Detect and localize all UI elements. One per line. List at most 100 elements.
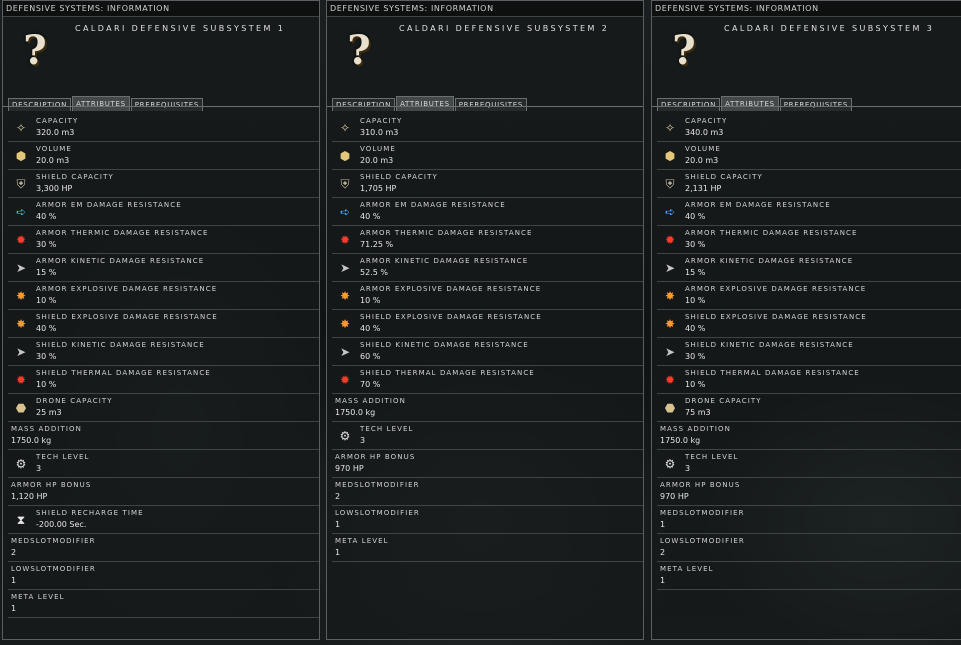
attribute-value: 40 % <box>36 324 57 333</box>
attribute-value: 30 % <box>36 352 57 361</box>
thermal-resistance-icon: ✹ <box>664 233 676 247</box>
hourglass-icon: ⧗ <box>16 513 26 527</box>
kinetic-resistance-icon: ➤ <box>664 345 676 359</box>
tab-bar: DESCRIPTION ATTRIBUTES PREREQUISITES <box>8 92 204 111</box>
explosive-resistance-icon: ✸ <box>15 289 27 303</box>
attribute-row: ARMOR HP BONUS 1,120 HP <box>8 478 319 506</box>
tab-bar: DESCRIPTION ATTRIBUTES PREREQUISITES <box>657 92 853 111</box>
attribute-value: 20.0 m3 <box>360 156 394 165</box>
attribute-label: CAPACITY <box>36 117 79 125</box>
attribute-label: LOWSLOTMODIFIER <box>11 565 96 573</box>
attribute-value: 1750.0 kg <box>660 436 701 445</box>
tab-prerequisites[interactable]: PREREQUISITES <box>130 98 204 111</box>
attribute-row: ➤ ARMOR KINETIC DAMAGE RESISTANCE 52.5 % <box>332 254 643 282</box>
attribute-row: ⚙ TECH LEVEL 3 <box>8 450 319 478</box>
attribute-value: 10 % <box>36 296 57 305</box>
info-window-subsystem-1: DEFENSIVE SYSTEMS: INFORMATION ? CALDARI… <box>2 0 320 640</box>
attribute-row: ✸ SHIELD EXPLOSIVE DAMAGE RESISTANCE 40 % <box>8 310 319 338</box>
attribute-value: 1 <box>660 576 666 585</box>
attribute-label: ARMOR EM DAMAGE RESISTANCE <box>360 201 506 209</box>
attribute-label: CAPACITY <box>360 117 403 125</box>
attribute-row: LOWSLOTMODIFIER 1 <box>8 562 319 590</box>
attribute-row: LOWSLOTMODIFIER 1 <box>332 506 643 534</box>
attribute-row: ✸ ARMOR EXPLOSIVE DAMAGE RESISTANCE 10 % <box>657 282 961 310</box>
attribute-value: 3 <box>36 464 42 473</box>
attribute-value: 30 % <box>685 352 706 361</box>
tab-attributes[interactable]: ATTRIBUTES <box>721 96 779 111</box>
attribute-value: 40 % <box>36 212 57 221</box>
attribute-label: ARMOR EM DAMAGE RESISTANCE <box>685 201 831 209</box>
capacity-icon: ✧ <box>664 121 676 135</box>
attribute-value: 71.25 % <box>360 240 394 249</box>
attribute-value: 1 <box>660 520 666 529</box>
attribute-label: SHIELD EXPLOSIVE DAMAGE RESISTANCE <box>360 313 542 321</box>
em-resistance-icon: ➪ <box>339 205 351 219</box>
attribute-label: ARMOR EM DAMAGE RESISTANCE <box>36 201 182 209</box>
window-title: DEFENSIVE SYSTEMS: INFORMATION <box>652 1 961 17</box>
attribute-row: ➤ ARMOR KINETIC DAMAGE RESISTANCE 15 % <box>657 254 961 282</box>
kinetic-resistance-icon: ➤ <box>15 345 27 359</box>
thermal-resistance-icon: ✹ <box>339 373 351 387</box>
tab-description[interactable]: DESCRIPTION <box>332 98 396 111</box>
attribute-label: ARMOR THERMIC DAMAGE RESISTANCE <box>685 229 858 237</box>
attribute-label: MASS ADDITION <box>11 425 82 433</box>
attribute-row: ⚙ TECH LEVEL 3 <box>657 450 961 478</box>
tab-attributes[interactable]: ATTRIBUTES <box>396 96 454 111</box>
explosive-resistance-icon: ✸ <box>664 317 676 331</box>
attribute-row: ⛨ SHIELD CAPACITY 3,300 HP <box>8 170 319 198</box>
attribute-value: 10 % <box>36 380 57 389</box>
attribute-value: -200.00 Sec. <box>36 520 87 529</box>
attribute-label: VOLUME <box>685 145 721 153</box>
question-mark-icon[interactable]: ? <box>341 31 377 71</box>
attribute-label: ARMOR EXPLOSIVE DAMAGE RESISTANCE <box>685 285 867 293</box>
tech-level-icon: ⚙ <box>664 457 676 471</box>
attribute-value: 40 % <box>685 324 706 333</box>
kinetic-resistance-icon: ➤ <box>15 261 27 275</box>
attribute-value: 40 % <box>360 212 381 221</box>
info-window-subsystem-2: DEFENSIVE SYSTEMS: INFORMATION ? CALDARI… <box>326 0 644 640</box>
attribute-list: ✧ CAPACITY 320.0 m3 ⬢ VOLUME 20.0 m3 ⛨ SHIELD C… <box>8 114 319 618</box>
attribute-label: META LEVEL <box>335 537 389 545</box>
attribute-label: MASS ADDITION <box>660 425 731 433</box>
tab-description[interactable]: DESCRIPTION <box>8 98 72 111</box>
attribute-label: META LEVEL <box>11 593 65 601</box>
attribute-label: SHIELD THERMAL DAMAGE RESISTANCE <box>36 369 211 377</box>
attribute-value: 15 % <box>36 268 57 277</box>
attribute-list: ✧ CAPACITY 340.0 m3 ⬢ VOLUME 20.0 m3 ⛨ SHIELD C… <box>657 114 961 590</box>
attribute-value: 1,705 HP <box>360 184 397 193</box>
thermal-resistance-icon: ✹ <box>664 373 676 387</box>
attribute-value: 10 % <box>685 296 706 305</box>
tab-prerequisites[interactable]: PREREQUISITES <box>779 98 853 111</box>
attribute-label: ARMOR EXPLOSIVE DAMAGE RESISTANCE <box>360 285 542 293</box>
attribute-row: ➤ SHIELD KINETIC DAMAGE RESISTANCE 30 % <box>8 338 319 366</box>
attribute-label: META LEVEL <box>660 565 714 573</box>
attribute-row: ⬣ DRONE CAPACITY 75 m3 <box>657 394 961 422</box>
attribute-label: SHIELD CAPACITY <box>685 173 763 181</box>
attribute-row: ➪ ARMOR EM DAMAGE RESISTANCE 40 % <box>332 198 643 226</box>
attribute-value: 52.5 % <box>360 268 388 277</box>
attribute-row: ✹ ARMOR THERMIC DAMAGE RESISTANCE 30 % <box>657 226 961 254</box>
attribute-row: ✸ SHIELD EXPLOSIVE DAMAGE RESISTANCE 40 % <box>332 310 643 338</box>
tab-bar: DESCRIPTION ATTRIBUTES PREREQUISITES <box>332 92 528 111</box>
tab-description[interactable]: DESCRIPTION <box>657 98 721 111</box>
attribute-label: LOWSLOTMODIFIER <box>660 537 745 545</box>
attribute-row: ➪ ARMOR EM DAMAGE RESISTANCE 40 % <box>657 198 961 226</box>
attribute-label: TECH LEVEL <box>360 425 414 433</box>
attribute-row: MEDSLOTMODIFIER 2 <box>8 534 319 562</box>
attribute-label: LOWSLOTMODIFIER <box>335 509 420 517</box>
tab-prerequisites[interactable]: PREREQUISITES <box>454 98 528 111</box>
question-mark-icon[interactable]: ? <box>17 31 53 71</box>
item-name: CALDARI DEFENSIVE SUBSYSTEM 2 <box>399 24 610 33</box>
tab-attributes[interactable]: ATTRIBUTES <box>72 96 130 111</box>
kinetic-resistance-icon: ➤ <box>339 261 351 275</box>
attribute-label: SHIELD CAPACITY <box>36 173 114 181</box>
attribute-label: MEDSLOTMODIFIER <box>660 509 745 517</box>
attribute-row: META LEVEL 1 <box>657 562 961 590</box>
attribute-label: DRONE CAPACITY <box>685 397 762 405</box>
attribute-label: TECH LEVEL <box>685 453 739 461</box>
attribute-label: SHIELD RECHARGE TIME <box>36 509 144 517</box>
attribute-label: ARMOR THERMIC DAMAGE RESISTANCE <box>360 229 533 237</box>
attribute-value: 1,120 HP <box>11 492 48 501</box>
drone-icon: ⬣ <box>15 401 27 415</box>
question-mark-icon[interactable]: ? <box>666 31 702 71</box>
